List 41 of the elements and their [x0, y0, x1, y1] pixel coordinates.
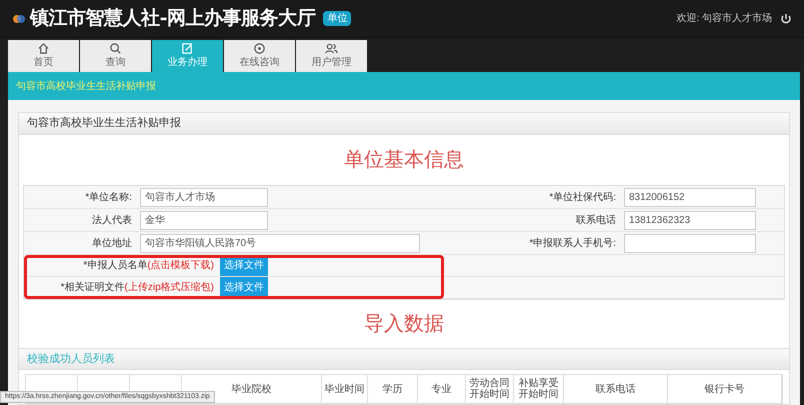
- nav-tab[interactable]: 在线咨询: [224, 40, 295, 72]
- field-label: 法人代表: [91, 214, 133, 228]
- input-field[interactable]: 金华: [140, 210, 268, 230]
- column-header: 劳动合同开始时间: [468, 378, 510, 400]
- section-heading: 单位基本信息: [344, 148, 464, 173]
- list-title: 校验成功人员列表: [27, 352, 115, 367]
- welcome-text: 欢迎: 句容市人才市场: [676, 12, 772, 26]
- column-header: 毕业时间: [324, 384, 364, 394]
- panel-title: 句容市高校毕业生生活补贴申报: [27, 116, 181, 132]
- column-header: 补贴享受开始时间: [518, 378, 560, 400]
- users-icon: [325, 42, 338, 55]
- search-icon: [109, 42, 122, 55]
- field-label: *相关证明文件(上传zip格式压缩包): [60, 280, 215, 295]
- column-header: 专业: [432, 384, 452, 394]
- section-heading: 导入数据: [364, 312, 444, 337]
- input-field[interactable]: 句容市人才市场: [140, 188, 268, 206]
- field-label: 联系电话: [576, 214, 617, 228]
- column-header: 联系电话: [596, 384, 636, 394]
- nav-tab[interactable]: 用户管理: [296, 40, 367, 72]
- input-field[interactable]: 8312006152: [624, 188, 756, 206]
- nav-tab[interactable]: 查询: [80, 40, 151, 72]
- chat-icon: [253, 42, 266, 55]
- field-label: *申报人员名单(点击模板下载): [82, 258, 215, 273]
- home-icon: [37, 42, 50, 55]
- choose-file-button[interactable]: 选择文件: [220, 277, 268, 298]
- input-field[interactable]: 13812362323: [624, 210, 756, 230]
- power-icon[interactable]: [780, 12, 792, 24]
- field-label: *单位名称:: [84, 190, 133, 204]
- nav-tab[interactable]: 首页: [8, 40, 79, 72]
- input-field[interactable]: [624, 234, 756, 252]
- edit-icon: [181, 42, 194, 55]
- column-header: 学历: [382, 384, 402, 394]
- breadcrumb: 句容市高校毕业生生活补贴申报: [16, 80, 156, 94]
- field-label: *单位社保代码:: [549, 190, 617, 204]
- field-label: 单位地址: [91, 236, 133, 250]
- input-field[interactable]: 句容市华阳镇人民路70号: [140, 234, 420, 252]
- field-label: *申报联系人手机号:: [529, 236, 617, 250]
- column-header: 银行卡号: [704, 384, 744, 394]
- role-badge: 单位: [323, 11, 352, 26]
- column-header: 毕业院校: [232, 384, 272, 394]
- site-title: 镇江市智慧人社-网上办事服务大厅: [30, 6, 316, 32]
